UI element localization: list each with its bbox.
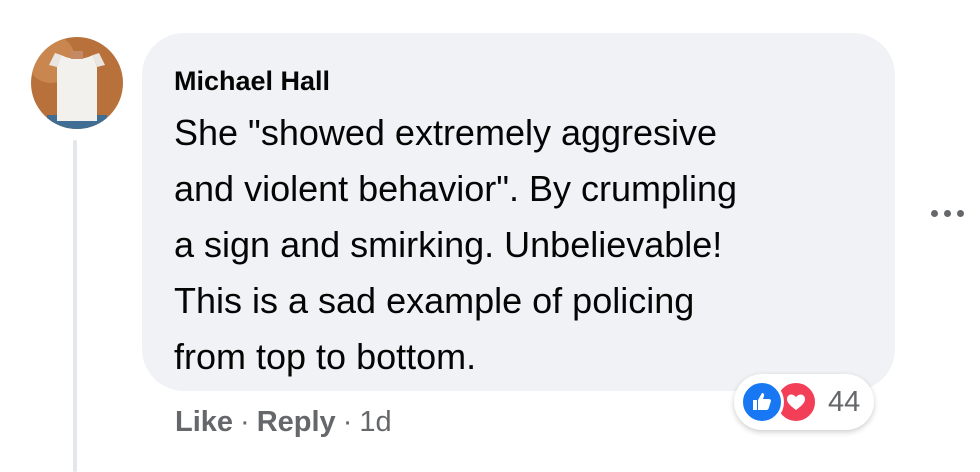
reactions-summary[interactable]: 44 <box>734 374 875 430</box>
more-options-button[interactable] <box>922 196 972 230</box>
profile-photo <box>31 37 123 129</box>
comment-author[interactable]: Michael Hall <box>174 65 330 97</box>
more-dots-icon <box>956 209 964 217</box>
more-dots-icon <box>943 209 951 217</box>
comment-thread-line <box>73 140 77 472</box>
reaction-count: 44 <box>828 385 861 418</box>
comment-text: She "showed extremely aggresive and viol… <box>174 112 738 377</box>
more-dots-icon <box>930 209 938 217</box>
comment-bubble: Michael Hall She "showed extremely aggre… <box>142 33 895 391</box>
reply-link[interactable]: Reply <box>257 402 336 442</box>
like-icon <box>740 380 784 424</box>
separator-dot: · <box>240 406 250 438</box>
like-link[interactable]: Like <box>175 402 233 442</box>
comment-actions: Like · Reply · 1d <box>175 402 392 442</box>
separator-dot: · <box>342 406 353 438</box>
comment-timestamp[interactable]: 1d <box>359 402 391 442</box>
avatar[interactable] <box>31 37 123 129</box>
